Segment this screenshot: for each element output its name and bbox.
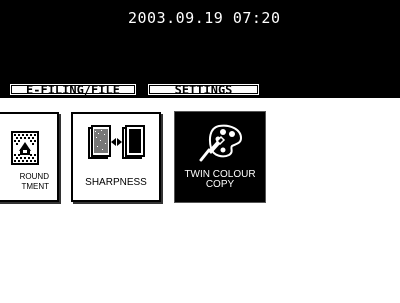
twin-colour-icon [199,124,243,162]
top-bar: 2003.09.19 07:20 E-FILING/FILE SETTINGS [0,0,400,98]
tab-e-filing-file[interactable]: E-FILING/FILE [8,82,138,97]
sharpness-button[interactable]: SHARPNESS [71,112,161,202]
sharpness-icon [88,125,145,159]
button-label: TWIN COLOUR COPY [184,169,256,190]
function-panel: ROUND TMENT SHARPNESS TWIN COLOUR COPY [0,98,400,303]
twin-colour-copy-button[interactable]: TWIN COLOUR COPY [175,112,265,202]
button-label: SHARPNESS [85,177,147,188]
background-adjustment-icon [11,131,39,165]
button-label: ROUND TMENT [19,172,49,191]
tab-label: SETTINGS [174,82,233,97]
datetime-display: 2003.09.19 07:20 [128,9,281,27]
background-adjustment-button[interactable]: ROUND TMENT [0,112,59,202]
tab-settings[interactable]: SETTINGS [146,82,261,97]
tab-label: E-FILING/FILE [26,82,120,97]
